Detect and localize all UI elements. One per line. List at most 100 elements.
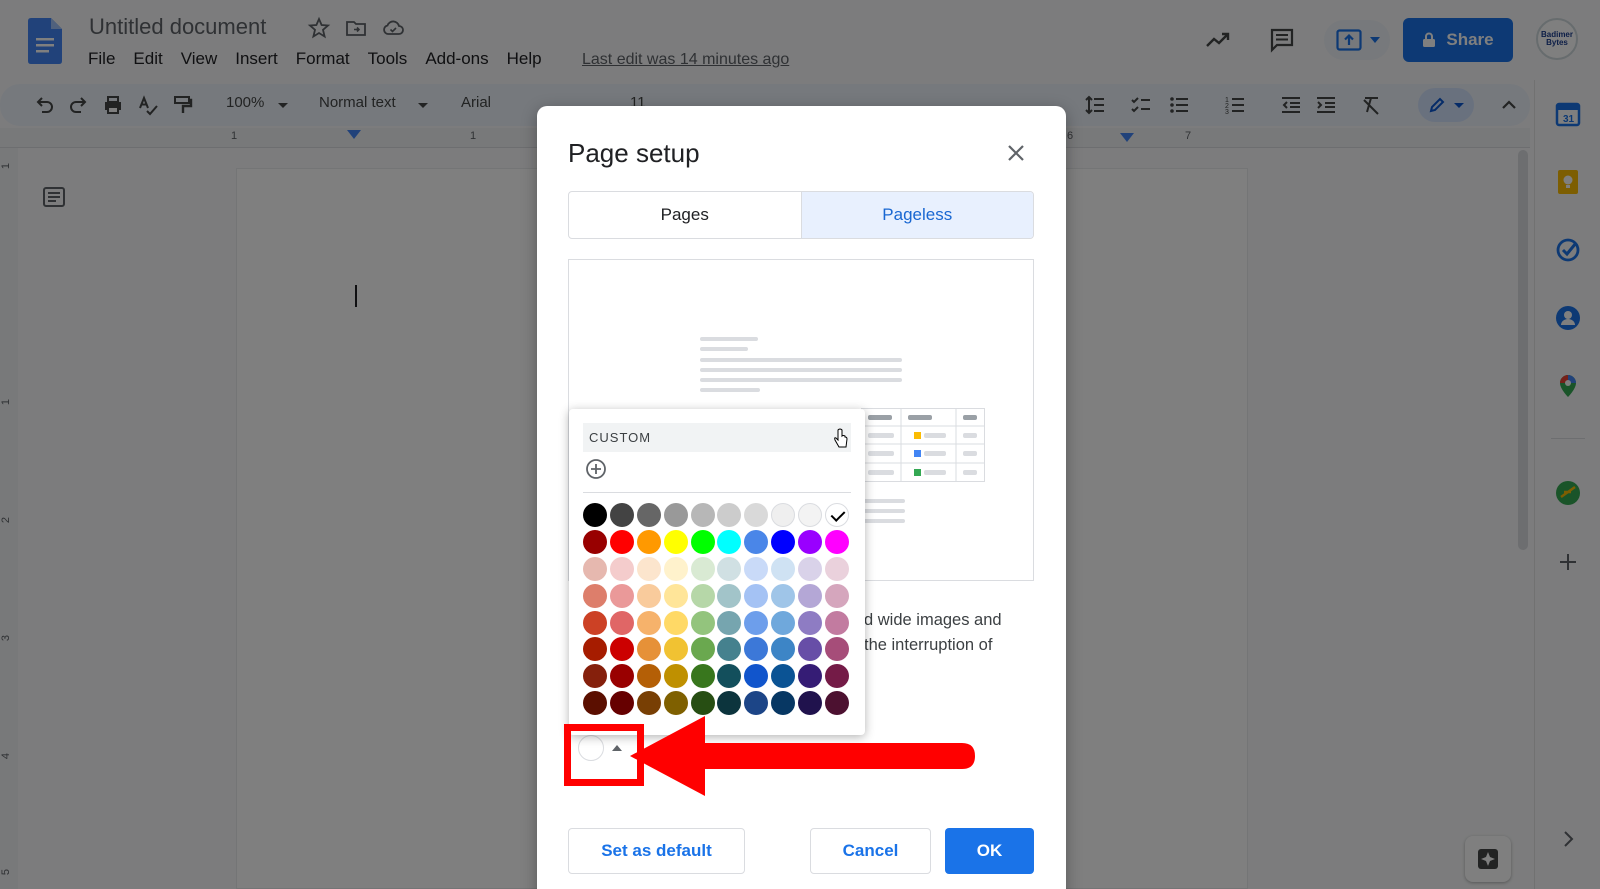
color-swatch[interactable] bbox=[798, 503, 823, 527]
color-swatch[interactable] bbox=[583, 637, 607, 662]
color-swatch[interactable] bbox=[690, 610, 715, 635]
color-swatch[interactable] bbox=[771, 556, 796, 581]
color-swatch[interactable] bbox=[798, 529, 823, 554]
color-swatch[interactable] bbox=[690, 583, 715, 608]
color-swatch[interactable] bbox=[771, 691, 796, 716]
color-swatch[interactable] bbox=[583, 691, 607, 716]
color-swatch[interactable] bbox=[825, 610, 850, 635]
color-swatch[interactable] bbox=[636, 610, 661, 635]
tab-pages[interactable]: Pages bbox=[569, 192, 802, 238]
color-swatch[interactable] bbox=[690, 691, 715, 716]
color-swatch[interactable] bbox=[583, 503, 607, 527]
color-swatch[interactable] bbox=[690, 664, 715, 689]
color-swatch[interactable] bbox=[825, 583, 850, 608]
color-swatch[interactable] bbox=[609, 664, 634, 689]
tab-pageless[interactable]: Pageless bbox=[801, 192, 1033, 238]
page-mode-tabs: Pages Pageless bbox=[568, 191, 1034, 239]
color-swatch[interactable] bbox=[609, 583, 634, 608]
color-swatch[interactable] bbox=[583, 610, 607, 635]
color-swatch[interactable] bbox=[744, 664, 769, 689]
color-swatch[interactable] bbox=[717, 529, 742, 554]
color-swatch[interactable] bbox=[690, 529, 715, 554]
ok-button[interactable]: OK bbox=[945, 828, 1034, 874]
preview-line bbox=[700, 347, 748, 351]
color-swatch[interactable] bbox=[663, 664, 688, 689]
color-swatch[interactable] bbox=[690, 503, 715, 527]
color-swatch[interactable] bbox=[771, 664, 796, 689]
color-swatch[interactable] bbox=[771, 529, 796, 554]
color-swatch[interactable] bbox=[744, 529, 769, 554]
color-swatch[interactable] bbox=[663, 691, 688, 716]
color-swatch[interactable] bbox=[825, 556, 850, 581]
color-swatch[interactable] bbox=[583, 529, 607, 554]
color-swatch[interactable] bbox=[717, 691, 742, 716]
color-swatch[interactable] bbox=[771, 637, 796, 662]
custom-color-section: CUSTOM bbox=[583, 423, 851, 452]
color-swatch[interactable] bbox=[771, 583, 796, 608]
color-swatch[interactable] bbox=[798, 637, 823, 662]
hand-pointer-cursor-icon bbox=[834, 428, 848, 448]
color-swatch[interactable] bbox=[744, 691, 769, 716]
color-swatch[interactable] bbox=[744, 503, 769, 527]
preview-line bbox=[700, 368, 902, 372]
color-swatch[interactable] bbox=[825, 637, 850, 662]
color-swatch[interactable] bbox=[798, 691, 823, 716]
color-swatch[interactable] bbox=[690, 556, 715, 581]
color-swatch[interactable] bbox=[798, 556, 823, 581]
color-swatch[interactable] bbox=[663, 529, 688, 554]
color-swatch[interactable] bbox=[609, 529, 634, 554]
color-swatch[interactable] bbox=[744, 556, 769, 581]
color-swatch[interactable] bbox=[717, 637, 742, 662]
color-swatch[interactable] bbox=[825, 691, 850, 716]
cancel-button[interactable]: Cancel bbox=[810, 828, 931, 874]
color-swatch[interactable] bbox=[663, 583, 688, 608]
preview-line bbox=[700, 358, 902, 362]
color-swatch[interactable] bbox=[717, 556, 742, 581]
color-swatch[interactable] bbox=[663, 556, 688, 581]
preview-line bbox=[700, 388, 760, 392]
color-swatch[interactable] bbox=[609, 637, 634, 662]
color-swatch[interactable] bbox=[636, 583, 661, 608]
color-swatch[interactable] bbox=[771, 610, 796, 635]
color-swatch[interactable] bbox=[609, 610, 634, 635]
color-swatch[interactable] bbox=[717, 503, 742, 527]
color-swatch[interactable] bbox=[636, 503, 661, 527]
color-swatch[interactable] bbox=[744, 583, 769, 608]
color-swatch[interactable] bbox=[583, 556, 607, 581]
color-swatch[interactable] bbox=[583, 664, 607, 689]
color-swatch[interactable] bbox=[663, 610, 688, 635]
add-custom-color-icon[interactable] bbox=[585, 458, 607, 480]
color-swatch[interactable] bbox=[583, 583, 607, 608]
color-swatch[interactable] bbox=[744, 610, 769, 635]
color-picker-popup: CUSTOM bbox=[569, 409, 865, 735]
set-as-default-button[interactable]: Set as default bbox=[568, 828, 745, 874]
color-swatch[interactable] bbox=[825, 503, 850, 527]
description-line: d wide images and bbox=[864, 611, 1002, 629]
color-swatch[interactable] bbox=[609, 556, 634, 581]
color-swatch[interactable] bbox=[717, 664, 742, 689]
color-swatch[interactable] bbox=[717, 583, 742, 608]
preview-line bbox=[700, 378, 902, 382]
color-swatch[interactable] bbox=[609, 503, 634, 527]
color-swatch[interactable] bbox=[798, 664, 823, 689]
color-swatch[interactable] bbox=[744, 637, 769, 662]
color-swatch[interactable] bbox=[663, 637, 688, 662]
close-icon[interactable] bbox=[1003, 140, 1029, 166]
preview-line bbox=[863, 509, 905, 513]
color-swatch[interactable] bbox=[636, 529, 661, 554]
color-swatch[interactable] bbox=[609, 691, 634, 716]
color-swatch[interactable] bbox=[663, 503, 688, 527]
color-swatch[interactable] bbox=[690, 637, 715, 662]
preview-line bbox=[700, 337, 758, 341]
annotation-arrow bbox=[630, 716, 975, 796]
color-swatch[interactable] bbox=[798, 610, 823, 635]
color-swatch[interactable] bbox=[717, 610, 742, 635]
color-swatch[interactable] bbox=[636, 691, 661, 716]
color-swatch[interactable] bbox=[636, 556, 661, 581]
color-swatch[interactable] bbox=[825, 529, 850, 554]
color-swatch[interactable] bbox=[636, 664, 661, 689]
color-swatch[interactable] bbox=[798, 583, 823, 608]
color-swatch[interactable] bbox=[825, 664, 850, 689]
color-swatch[interactable] bbox=[771, 503, 796, 527]
color-swatch[interactable] bbox=[636, 637, 661, 662]
